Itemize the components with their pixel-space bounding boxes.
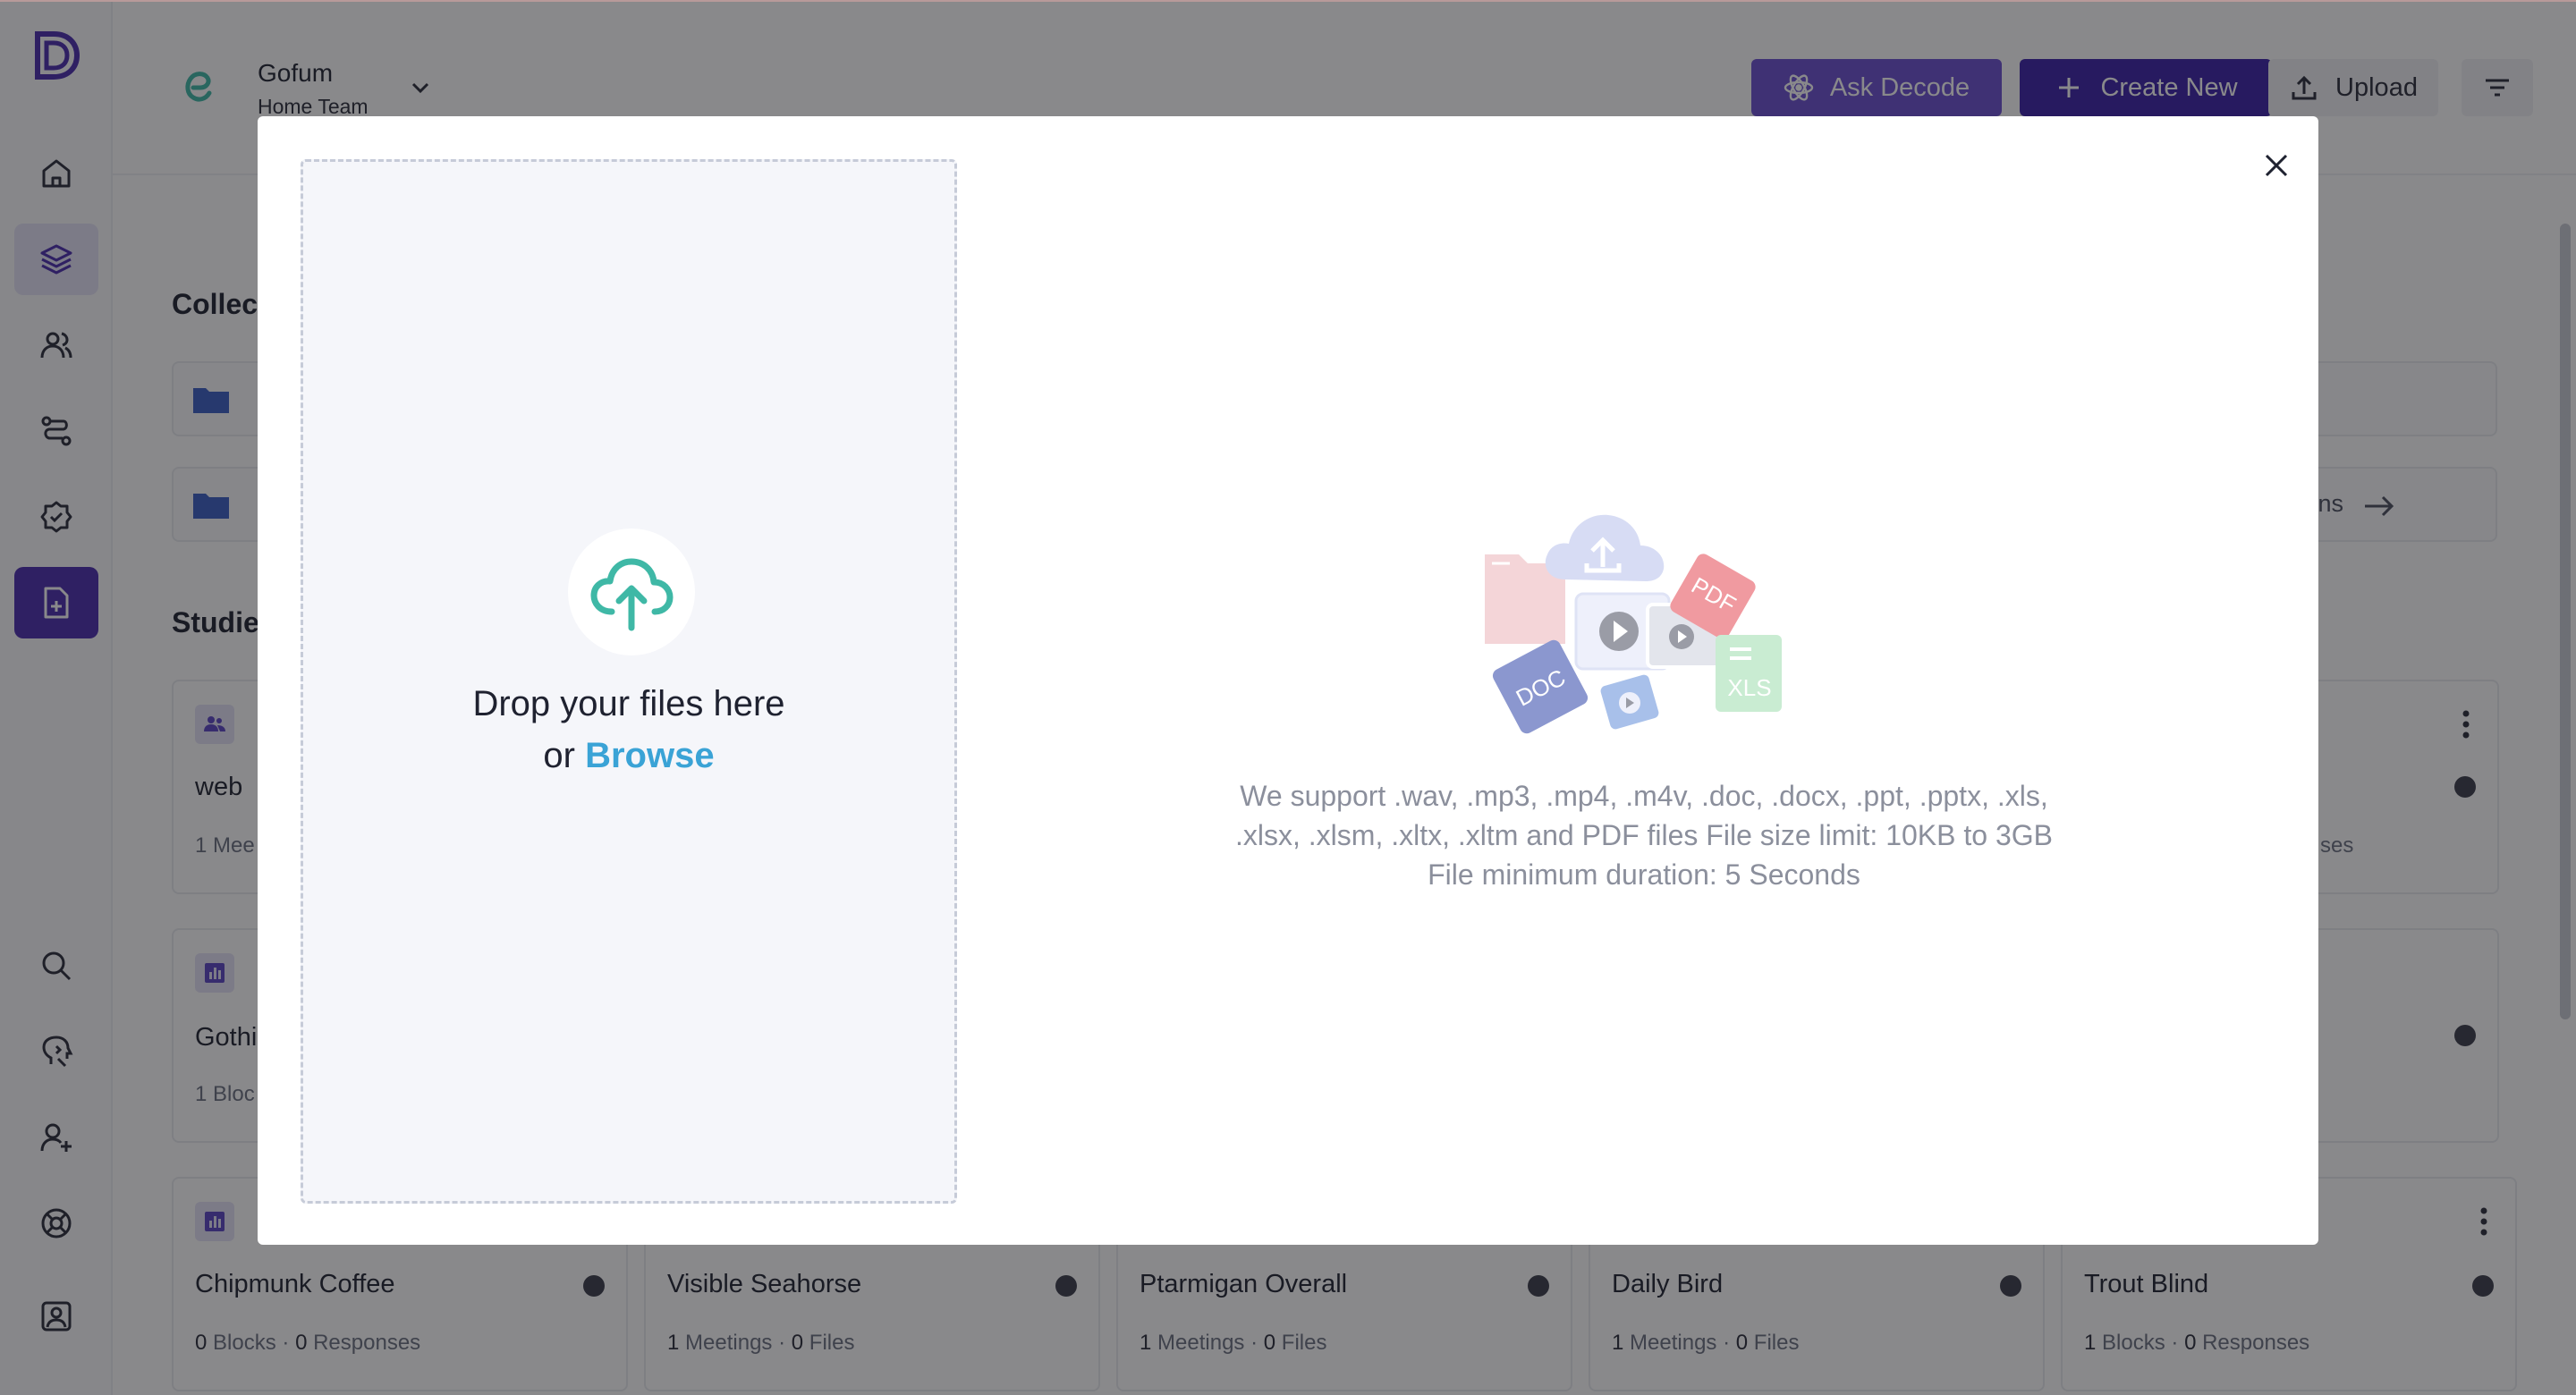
close-button[interactable] bbox=[2252, 141, 2301, 190]
browse-line: or Browse bbox=[303, 736, 954, 776]
or-text: or bbox=[543, 736, 575, 775]
drop-files-text: Drop your files here bbox=[472, 684, 785, 723]
supported-formats-text: We support .wav, .mp3, .mp4, .m4v, .doc,… bbox=[1235, 780, 2053, 891]
cloud-upload-icon bbox=[590, 558, 674, 631]
upload-cloud-badge bbox=[568, 528, 695, 655]
close-icon bbox=[2265, 154, 2288, 177]
file-dropzone[interactable]: Drop your files here or Browse bbox=[301, 159, 957, 1204]
top-accent-line bbox=[0, 0, 2576, 2]
xls-badge-text: XLS bbox=[1727, 674, 1771, 701]
browse-link[interactable]: Browse bbox=[585, 736, 715, 775]
upload-modal: Drop your files here or Browse PDF XLS D… bbox=[258, 116, 2318, 1245]
file-types-illustration: PDF XLS DOC bbox=[1485, 514, 1782, 734]
